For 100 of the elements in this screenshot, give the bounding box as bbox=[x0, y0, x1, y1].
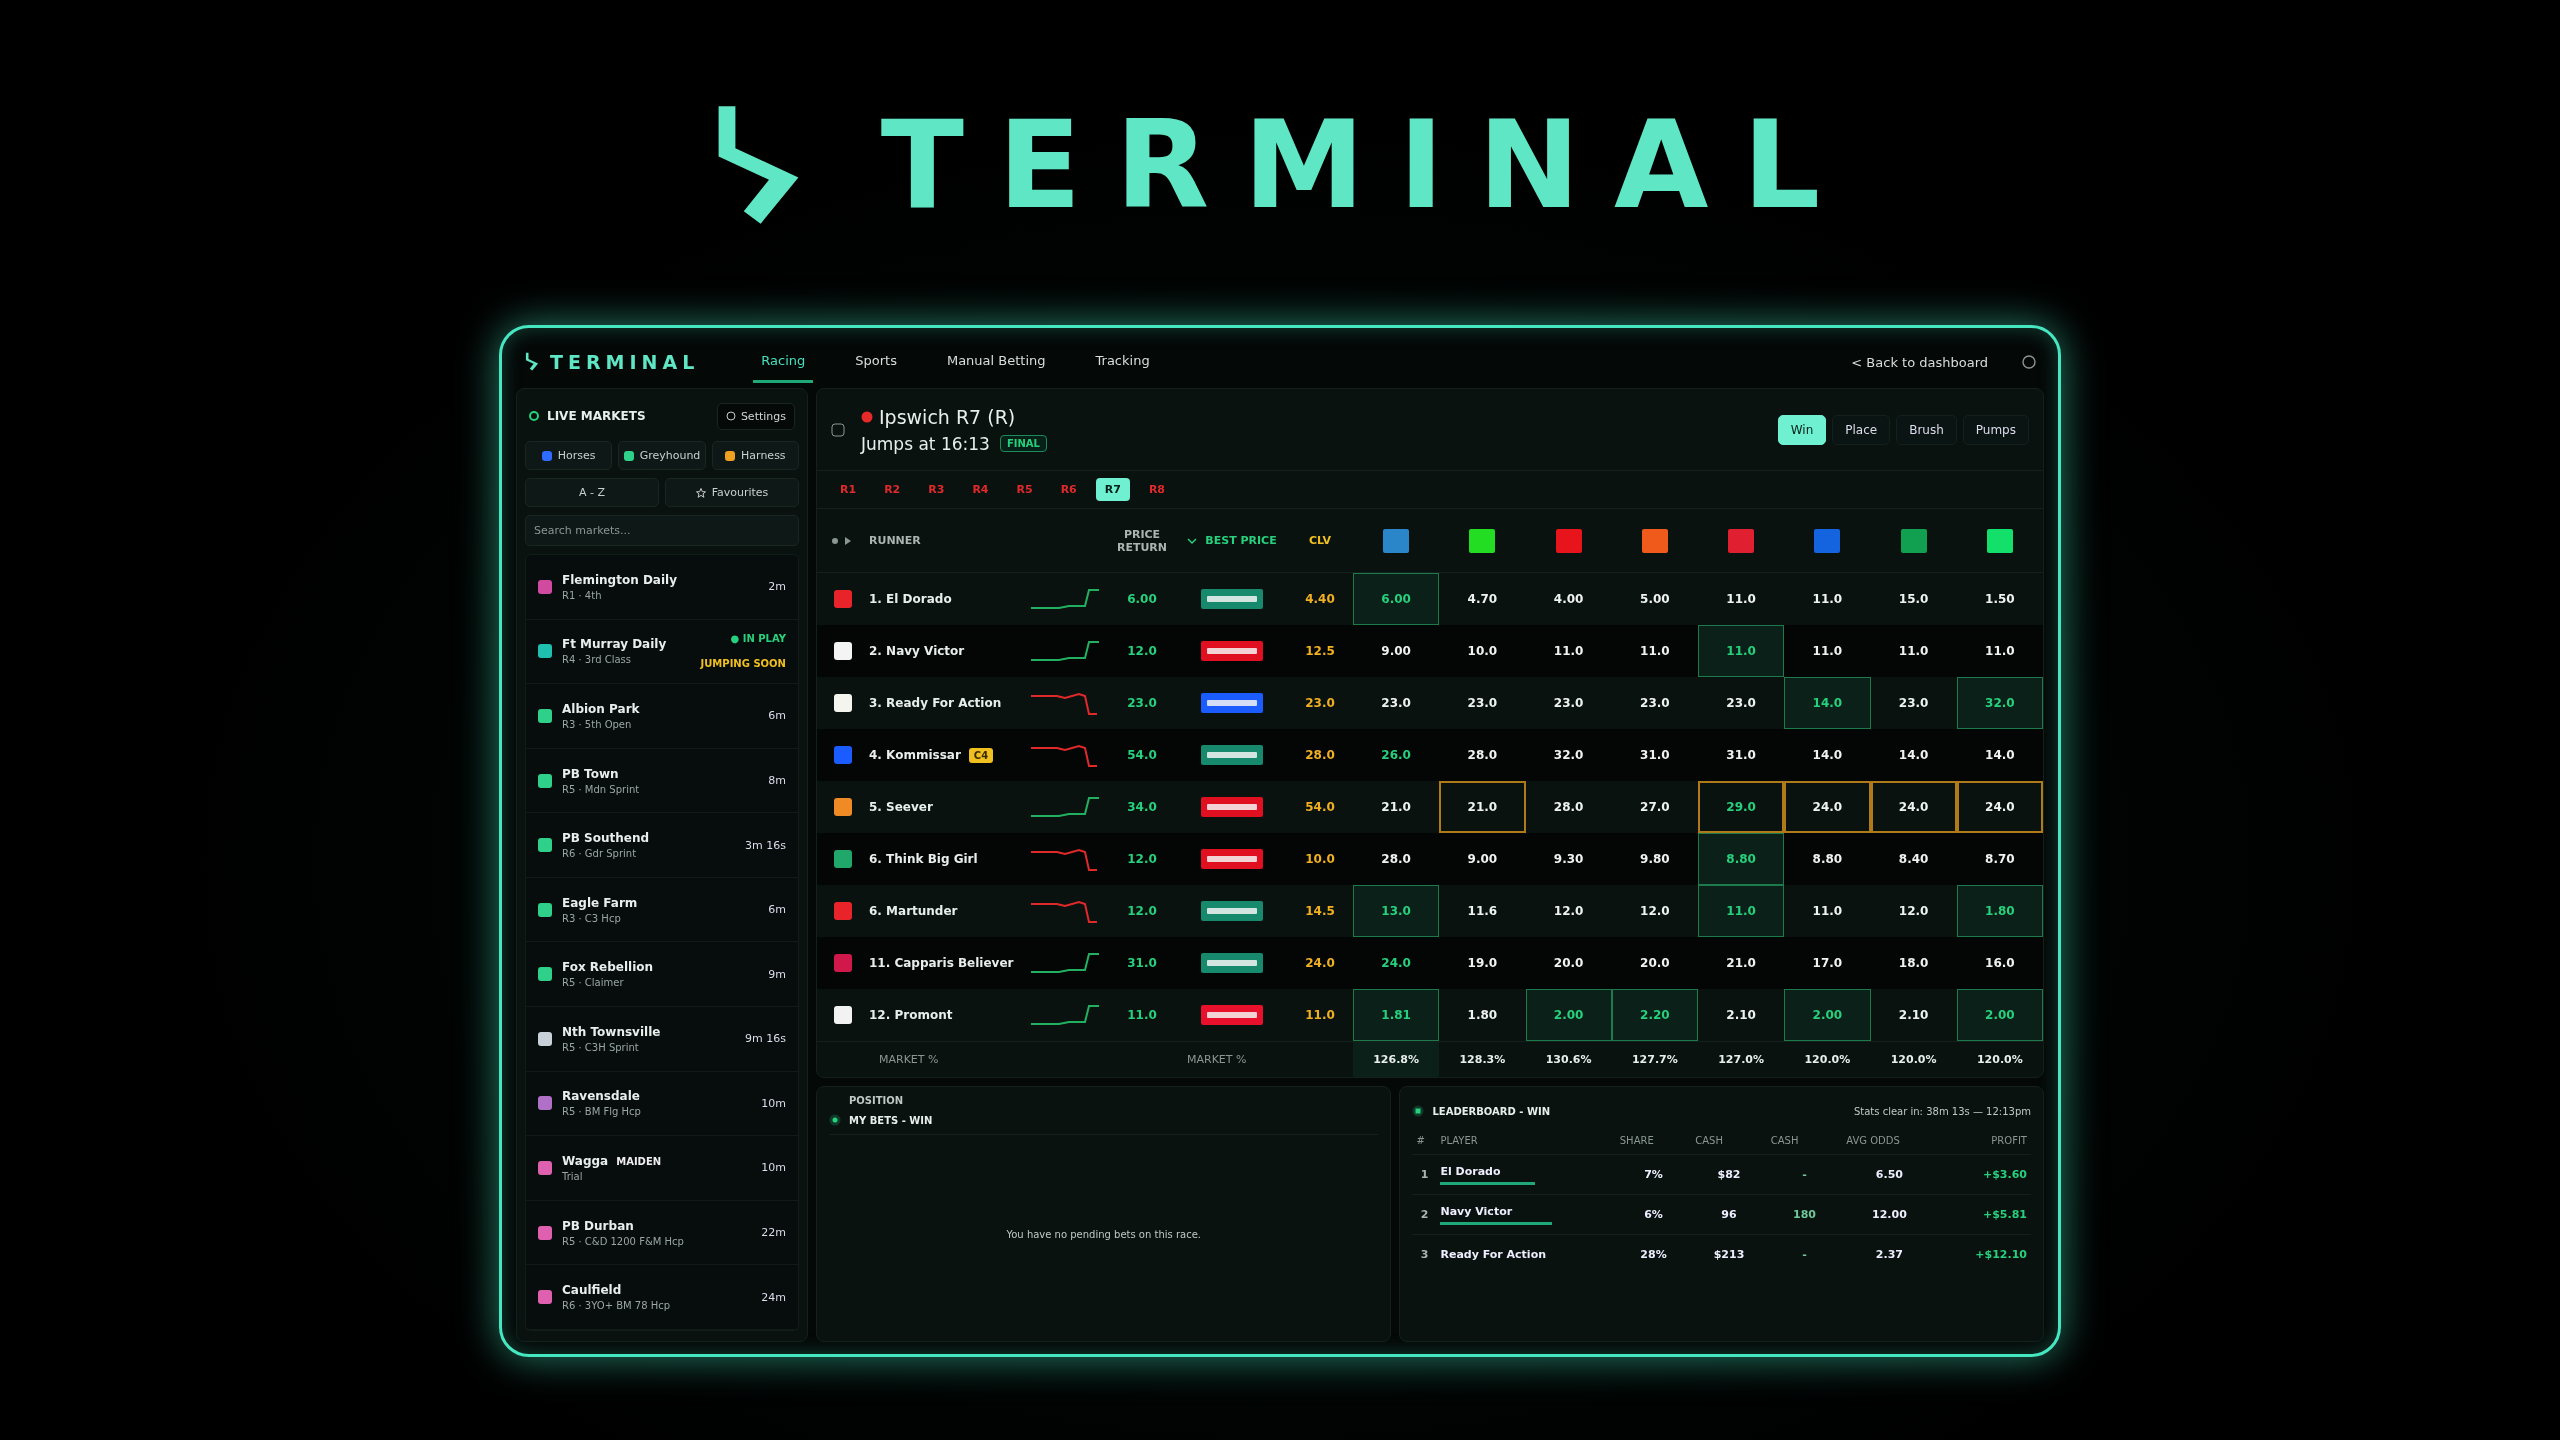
price-cell[interactable]: 20.0 bbox=[1611, 937, 1698, 989]
market-item[interactable]: PB Southend R6 · Gdr Sprint 3m 16s bbox=[526, 813, 798, 878]
market-item[interactable]: PB Durban R5 · C&D 1200 F&M Hcp 22m bbox=[526, 1200, 798, 1266]
price-cell[interactable]: 1.50 bbox=[1956, 573, 2043, 625]
search-field[interactable]: Search markets... bbox=[525, 515, 799, 546]
price-cell[interactable]: 11.0 bbox=[1698, 625, 1785, 677]
market-item[interactable]: Nth Townsville R5 · C3H Sprint 9m 16s bbox=[526, 1007, 798, 1072]
price-cell[interactable]: 1.80 bbox=[1956, 885, 2043, 937]
price-cell[interactable]: 21.0 bbox=[1698, 937, 1785, 989]
price-cell[interactable]: 8.70 bbox=[1956, 833, 2043, 885]
race-tab[interactable]: R5 bbox=[1007, 478, 1042, 501]
market-item[interactable]: Fox Rebellion R5 · Claimer 9m bbox=[526, 942, 798, 1008]
race-tab[interactable]: R3 bbox=[919, 478, 954, 501]
price-cell[interactable]: 21.0 bbox=[1439, 781, 1526, 833]
price-cell[interactable]: 2.10 bbox=[1870, 989, 1957, 1041]
nav-tab[interactable]: Sports bbox=[847, 341, 905, 383]
race-icon[interactable] bbox=[831, 422, 845, 437]
race-tab[interactable]: R1 bbox=[831, 478, 866, 501]
favourites-button[interactable]: Favourites bbox=[665, 478, 799, 507]
price-cell[interactable]: 11.0 bbox=[1784, 885, 1871, 937]
market-type-tab[interactable]: Win bbox=[1777, 414, 1827, 445]
price-cell[interactable]: 10.0 bbox=[1439, 625, 1526, 677]
price-cell[interactable]: 1.81 bbox=[1353, 989, 1440, 1041]
price-cell[interactable]: 28.0 bbox=[1439, 729, 1526, 781]
price-cell[interactable]: 11.0 bbox=[1698, 885, 1785, 937]
price-cell[interactable]: 11.6 bbox=[1439, 885, 1526, 937]
market-item[interactable]: Albion Park R3 · 5th Open 6m bbox=[526, 684, 798, 749]
market-item[interactable]: Ft Murray Daily R4 · 3rd Class ● IN PLAY JUMPING SOON bbox=[526, 619, 798, 685]
price-cell[interactable]: 19.0 bbox=[1439, 937, 1526, 989]
category-filter[interactable]: Greyhound bbox=[618, 441, 706, 470]
price-cell[interactable]: 2.20 bbox=[1611, 989, 1698, 1041]
market-item[interactable]: Caulfield R6 · 3YO+ BM 78 Hcp 24m bbox=[526, 1265, 798, 1330]
price-cell[interactable]: 13.0 bbox=[1353, 885, 1440, 937]
price-cell[interactable]: 29.0 bbox=[1698, 781, 1785, 833]
price-cell[interactable]: 4.70 bbox=[1439, 573, 1526, 625]
user-circle-icon[interactable] bbox=[2022, 355, 2036, 369]
market-item[interactable]: Eagle Farm R3 · C3 Hcp 6m bbox=[526, 877, 798, 943]
price-cell[interactable]: 17.0 bbox=[1784, 937, 1871, 989]
price-cell[interactable]: 11.0 bbox=[1784, 625, 1871, 677]
nav-tab[interactable]: Tracking bbox=[1087, 341, 1158, 383]
price-cell[interactable]: 8.80 bbox=[1698, 833, 1785, 885]
price-cell[interactable]: 14.0 bbox=[1784, 677, 1871, 729]
price-cell[interactable]: 2.00 bbox=[1956, 989, 2043, 1041]
race-tab[interactable]: R6 bbox=[1051, 478, 1086, 501]
price-cell[interactable]: 1.80 bbox=[1439, 989, 1526, 1041]
category-filter[interactable]: Harness bbox=[711, 441, 799, 470]
price-cell[interactable]: 16.0 bbox=[1956, 937, 2043, 989]
price-cell[interactable]: 32.0 bbox=[1525, 729, 1612, 781]
price-cell[interactable]: 11.0 bbox=[1611, 625, 1698, 677]
market-item[interactable]: Ravensdale R5 · BM Flg Hcp 10m bbox=[526, 1071, 798, 1137]
price-cell[interactable]: 14.0 bbox=[1870, 729, 1957, 781]
price-cell[interactable]: 23.0 bbox=[1525, 677, 1612, 729]
price-cell[interactable]: 2.00 bbox=[1784, 989, 1871, 1041]
price-cell[interactable]: 24.0 bbox=[1353, 937, 1440, 989]
price-cell[interactable]: 23.0 bbox=[1611, 677, 1698, 729]
race-tab[interactable]: R7 bbox=[1095, 478, 1130, 501]
price-cell[interactable]: 9.30 bbox=[1525, 833, 1612, 885]
price-cell[interactable]: 9.00 bbox=[1439, 833, 1526, 885]
price-cell[interactable]: 24.0 bbox=[1870, 781, 1957, 833]
price-cell[interactable]: 8.40 bbox=[1870, 833, 1957, 885]
price-cell[interactable]: 23.0 bbox=[1870, 677, 1957, 729]
price-cell[interactable]: 28.0 bbox=[1525, 781, 1612, 833]
price-cell[interactable]: 24.0 bbox=[1784, 781, 1871, 833]
market-item[interactable]: Wagga MAIDEN Trial 10m bbox=[526, 1136, 798, 1201]
price-cell[interactable]: 31.0 bbox=[1698, 729, 1785, 781]
race-tab[interactable]: R8 bbox=[1139, 478, 1174, 501]
price-cell[interactable]: 12.0 bbox=[1611, 885, 1698, 937]
price-cell[interactable]: 18.0 bbox=[1870, 937, 1957, 989]
price-cell[interactable]: 32.0 bbox=[1956, 677, 2043, 729]
price-cell[interactable]: 6.00 bbox=[1353, 573, 1440, 625]
market-type-tab[interactable]: Pumps bbox=[1962, 414, 2029, 445]
price-cell[interactable]: 26.0 bbox=[1353, 729, 1440, 781]
category-filter[interactable]: Horses bbox=[525, 441, 613, 470]
price-cell[interactable]: 12.0 bbox=[1870, 885, 1957, 937]
price-cell[interactable]: 31.0 bbox=[1611, 729, 1698, 781]
price-cell[interactable]: 4.00 bbox=[1525, 573, 1612, 625]
price-cell[interactable]: 20.0 bbox=[1525, 937, 1612, 989]
price-cell[interactable]: 9.00 bbox=[1353, 625, 1440, 677]
price-cell[interactable]: 9.80 bbox=[1611, 833, 1698, 885]
market-item[interactable]: PB Town R5 · Mdn Sprint 8m bbox=[526, 748, 798, 814]
price-cell[interactable]: 12.0 bbox=[1525, 885, 1612, 937]
price-cell[interactable]: 15.0 bbox=[1870, 573, 1957, 625]
price-cell[interactable]: 11.0 bbox=[1525, 625, 1612, 677]
nav-tab[interactable]: Racing bbox=[753, 341, 814, 383]
market-item[interactable]: Flemington Daily R1 · 4th 2m bbox=[526, 555, 798, 620]
price-cell[interactable]: 21.0 bbox=[1353, 781, 1440, 833]
market-type-tab[interactable]: Brush bbox=[1896, 414, 1957, 445]
nav-tab[interactable]: Manual Betting bbox=[938, 341, 1054, 383]
back-to-dashboard-link[interactable]: < Back to dashboard bbox=[1851, 354, 1988, 370]
sort-button[interactable]: A - Z bbox=[525, 478, 659, 507]
price-cell[interactable]: 11.0 bbox=[1870, 625, 1957, 677]
price-cell[interactable]: 2.10 bbox=[1698, 989, 1785, 1041]
race-tab[interactable]: R2 bbox=[875, 478, 910, 501]
price-cell[interactable]: 11.0 bbox=[1956, 625, 2043, 677]
price-cell[interactable]: 24.0 bbox=[1956, 781, 2043, 833]
price-cell[interactable]: 27.0 bbox=[1611, 781, 1698, 833]
settings-button[interactable]: Settings bbox=[716, 402, 795, 430]
price-cell[interactable]: 23.0 bbox=[1439, 677, 1526, 729]
race-tab[interactable]: R4 bbox=[963, 478, 998, 501]
price-cell[interactable]: 5.00 bbox=[1611, 573, 1698, 625]
